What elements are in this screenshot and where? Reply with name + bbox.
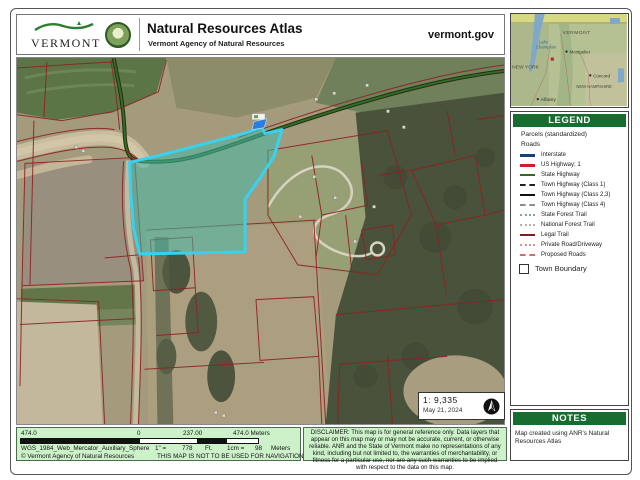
us-highway-line-icon — [520, 164, 535, 167]
anr-logo-icon — [105, 22, 131, 48]
overview-location-marker — [551, 58, 554, 61]
legend-parcels-label: Parcels (standardized) — [511, 130, 628, 140]
overview-locator-map: VERMONT Lake Champlain Montpelier NEW YO… — [510, 13, 629, 108]
private-road-line-icon — [520, 244, 535, 246]
scale-inch-label: 1" = — [155, 445, 166, 452]
scale-inch-value: 778 — [182, 445, 193, 452]
navigation-warning: THIS MAP IS NOT TO BE USED FOR NAVIGATIO… — [157, 453, 304, 460]
vermont-logo: VERMONT — [31, 19, 97, 51]
scale-cm-value: 98 — [255, 445, 262, 452]
legend-panel: LEGEND Parcels (standardized) Roads Inte… — [510, 111, 629, 406]
town-boundary-square-icon — [519, 264, 529, 274]
interstate-line-icon — [520, 154, 535, 157]
legend-item-legal-trail: Legal Trail — [511, 230, 628, 240]
legend-item-us-highway: US Highway; 1 — [511, 160, 628, 170]
vermont-logo-text: VERMONT — [31, 36, 97, 51]
legend-item-town-highway-class1: Town Highway (Class 1) — [511, 180, 628, 190]
town-highway-class4-line-icon — [520, 204, 535, 206]
legend-item-state-highway: State Highway — [511, 170, 628, 180]
legend-roads-label: Roads — [511, 140, 628, 150]
overview-label-lake2: Champlain — [536, 45, 557, 50]
town-highway-class23-line-icon — [520, 194, 535, 196]
scalebar-zero-label: 0 — [137, 430, 141, 437]
notes-panel: NOTES Map created using ANR's Natural Re… — [510, 409, 629, 461]
disclaimer-text: DISCLAIMER: This map is for general refe… — [309, 429, 501, 471]
map-canvas[interactable]: 1: 9,335 May 21, 2024 — [16, 57, 505, 425]
town-highway-class1-line-icon — [520, 184, 535, 186]
scale-cm-unit: Meters — [271, 445, 290, 452]
overview-label-concord: Concord — [593, 73, 610, 78]
copyright-label: © Vermont Agency of Natural Resources — [21, 453, 134, 460]
scale-cm-label: 1cm = — [227, 445, 244, 452]
scalebar-right-label: 474.0 Meters — [233, 430, 270, 437]
scale-inch-unit: Ft. — [205, 445, 212, 452]
north-arrow-icon — [483, 398, 500, 415]
overview-label-vermont: VERMONT — [563, 30, 591, 36]
notes-title: NOTES — [513, 412, 626, 425]
scale-bar — [20, 438, 259, 444]
overview-label-albany: Albany — [541, 97, 557, 103]
national-forest-trail-line-icon — [520, 224, 535, 226]
scalebar-panel: 474.0 0 237.00 474.0 Meters WGS_1984_Web… — [16, 427, 301, 461]
atlas-print-page: VERMONT Natural Resources Atlas Vermont … — [0, 0, 640, 480]
scalebar-mid-label: 237.00 — [183, 430, 202, 437]
header-divider — [139, 18, 140, 51]
disclaimer-panel: DISCLAIMER: This map is for general refe… — [303, 427, 507, 461]
legend-item-interstate: Interstate — [511, 150, 628, 160]
legend-item-town-boundary: Town Boundary — [511, 263, 628, 274]
header-bar: VERMONT Natural Resources Atlas Vermont … — [16, 14, 505, 55]
vermont-mountains-icon — [33, 19, 95, 32]
legend-item-town-highway-class4: Town Highway (Class 4) — [511, 200, 628, 210]
legend-item-national-forest-trail: National Forest Trail — [511, 220, 628, 230]
overview-label-new-hampshire: NEW HAMPSHIRE — [576, 84, 612, 89]
app-title: Natural Resources Atlas — [147, 21, 303, 36]
vermont-gov-link[interactable]: vermont.gov — [428, 29, 494, 41]
legend-title: LEGEND — [513, 114, 626, 127]
scalebar-left-label: 474.0 — [21, 430, 37, 437]
app-subtitle: Vermont Agency of Natural Resources — [148, 39, 284, 48]
legal-trail-line-icon — [520, 234, 535, 236]
overview-label-new-york: NEW YORK — [512, 64, 540, 70]
notes-text: Map created using ANR's Natural Resource… — [511, 427, 628, 449]
legend-item-private-road: Private Road/Driveway — [511, 240, 628, 250]
overview-label-montpelier: Montpelier — [569, 50, 590, 55]
legend-item-proposed-roads: Proposed Roads — [511, 250, 628, 260]
map-scale-card: 1: 9,335 May 21, 2024 — [418, 392, 505, 420]
projection-label: WGS_1984_Web_Mercator_Auxiliary_Sphere — [21, 445, 149, 452]
overview-map-image: VERMONT Lake Champlain Montpelier NEW YO… — [511, 14, 627, 106]
aerial-map-image — [17, 58, 504, 424]
legend-item-town-highway-class23: Town Highway (Class 2,3) — [511, 190, 628, 200]
state-forest-trail-line-icon — [520, 214, 535, 216]
state-highway-line-icon — [520, 174, 535, 176]
legend-item-state-forest-trail: State Forest Trail — [511, 210, 628, 220]
proposed-roads-line-icon — [520, 254, 535, 256]
